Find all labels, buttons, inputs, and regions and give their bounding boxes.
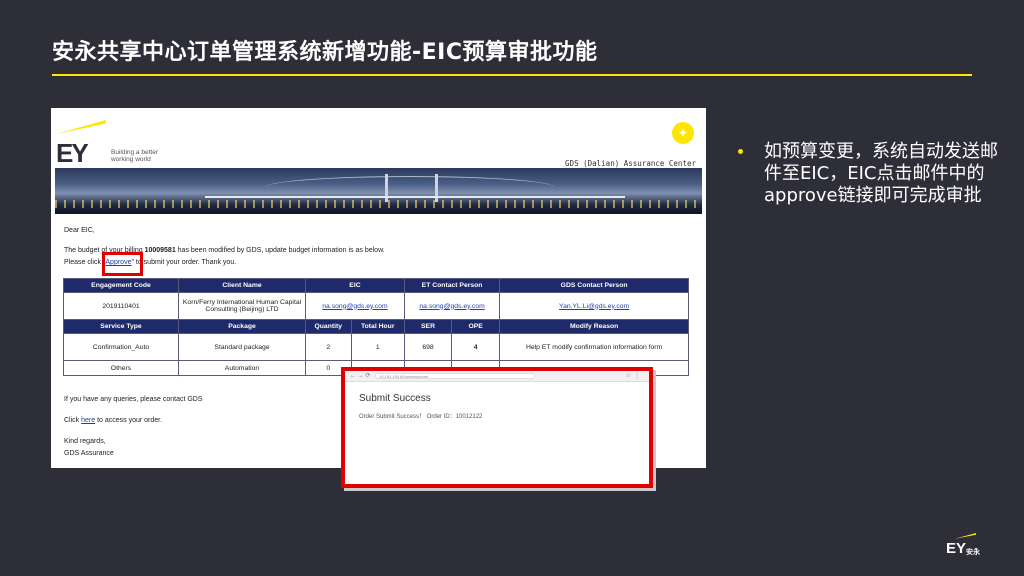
- header-client-name: Client Name: [178, 278, 306, 293]
- click-text-pre: Please click ": [64, 259, 106, 266]
- table-row: 2019110401 Korn/Ferry International Huma…: [63, 292, 689, 320]
- cell-modify-reason: Help ET modify confirmation information …: [499, 333, 689, 361]
- email-signature: GDS Assurance: [64, 450, 114, 457]
- approve-highlight-box: [102, 252, 143, 276]
- gds-center-label: GDS (Dalian) Assurance Center: [565, 159, 696, 168]
- access-text-pre: Click: [64, 417, 82, 424]
- header-eic: EIC: [305, 278, 405, 293]
- header-modify-reason: Modify Reason: [499, 319, 689, 334]
- ey-beam-icon: [954, 533, 976, 539]
- slide-title: 安永共享中心订单管理系统新增功能-EIC预算审批功能: [52, 40, 598, 65]
- click-text-post: " to submit your order. Thank you.: [131, 259, 237, 266]
- bridge-deck: [205, 196, 625, 198]
- address-bar[interactable]: 10.192.150.60/order/submit: [375, 373, 535, 379]
- browser-bar: ← → ⟳ 10.192.150.60/order/submit ☆⋮: [345, 371, 649, 382]
- browser-nav-icon[interactable]: ← → ⟳: [350, 372, 370, 379]
- header-engagement-code: Engagement Code: [63, 278, 179, 293]
- email-approve-line: Please click "Approve" to submit your or…: [64, 258, 236, 267]
- header-quantity: Quantity: [305, 319, 352, 334]
- cell-et-contact-email[interactable]: na.song@gds.ey.com: [403, 292, 501, 320]
- cell-service-type: Others: [63, 360, 179, 376]
- header-gds-contact: GDS Contact Person: [499, 278, 689, 293]
- ey-logo: EY: [56, 138, 89, 168]
- city-lights: [55, 200, 702, 208]
- cell-client-name: Korn/Ferry International Human Capital C…: [178, 292, 306, 320]
- table-header-row: Engagement Code Client Name EIC ET Conta…: [63, 278, 689, 293]
- header-total-hour: Total Hour: [350, 319, 405, 334]
- email-regards: Kind regards,: [64, 438, 106, 445]
- cell-engagement-code: 2019110401: [63, 292, 179, 320]
- billing-number: 10009581: [144, 247, 176, 254]
- cell-gds-contact-email[interactable]: Yan.YL.Li@gds.ey.com: [499, 292, 689, 320]
- email-access-line: Click here to access your order.: [64, 416, 162, 425]
- cell-service-type: Confirmation_Auto: [63, 333, 179, 361]
- city-banner-image: [55, 168, 702, 214]
- cell-total-hour: 1: [350, 333, 405, 361]
- email-queries: If you have any queries, please contact …: [64, 396, 203, 403]
- header-ope: OPE: [451, 319, 501, 334]
- popup-message: Order Submit Success！ Order ID：10012122: [359, 414, 483, 420]
- footer-logo-cn: 安永: [966, 549, 981, 556]
- cell-ope: 4: [451, 333, 501, 361]
- cell-eic-email[interactable]: na.song@gds.ey.com: [305, 292, 405, 320]
- title-divider: [52, 74, 972, 76]
- table-row: Confirmation_Auto Standard package 2 1 6…: [63, 333, 689, 361]
- bullet-text: 如预算变更，系统自动发送邮件至EIC，EIC点击邮件中的approve链接即可完…: [764, 141, 998, 206]
- tagline-line-2: working world: [111, 156, 151, 163]
- budget-text-post: has been modified by GDS, update budget …: [175, 247, 385, 254]
- table-header-row: Service Type Package Quantity Total Hour…: [63, 319, 689, 334]
- popup-title: Submit Success: [359, 393, 431, 404]
- browser-tools-icon[interactable]: ☆⋮: [626, 372, 643, 379]
- header-package: Package: [178, 319, 306, 334]
- footer-logo-text: EY: [946, 540, 967, 557]
- ey-beam-icon: [56, 120, 106, 134]
- ey-tagline: Building a better working world: [111, 149, 191, 163]
- footer-ey-logo: EY安永: [946, 533, 981, 557]
- header-ser: SER: [403, 319, 453, 334]
- cell-package: Automation: [178, 360, 306, 376]
- header-et-contact: ET Contact Person: [403, 278, 501, 293]
- cell-package: Standard package: [178, 333, 306, 361]
- submit-success-window: ← → ⟳ 10.192.150.60/order/submit ☆⋮ Subm…: [341, 367, 653, 488]
- email-greeting: Dear EIC,: [64, 227, 95, 234]
- cell-ser: 698: [403, 333, 453, 361]
- here-link[interactable]: here: [81, 417, 95, 424]
- tagline-line-1: Building a better: [111, 149, 158, 156]
- header-service-type: Service Type: [63, 319, 179, 334]
- bullet-icon: [738, 149, 743, 154]
- access-text-post: to access your order.: [95, 417, 163, 424]
- order-info-table: Engagement Code Client Name EIC ET Conta…: [63, 278, 689, 376]
- cell-quantity: 2: [305, 333, 352, 361]
- lightbulb-icon: ✦: [672, 122, 694, 144]
